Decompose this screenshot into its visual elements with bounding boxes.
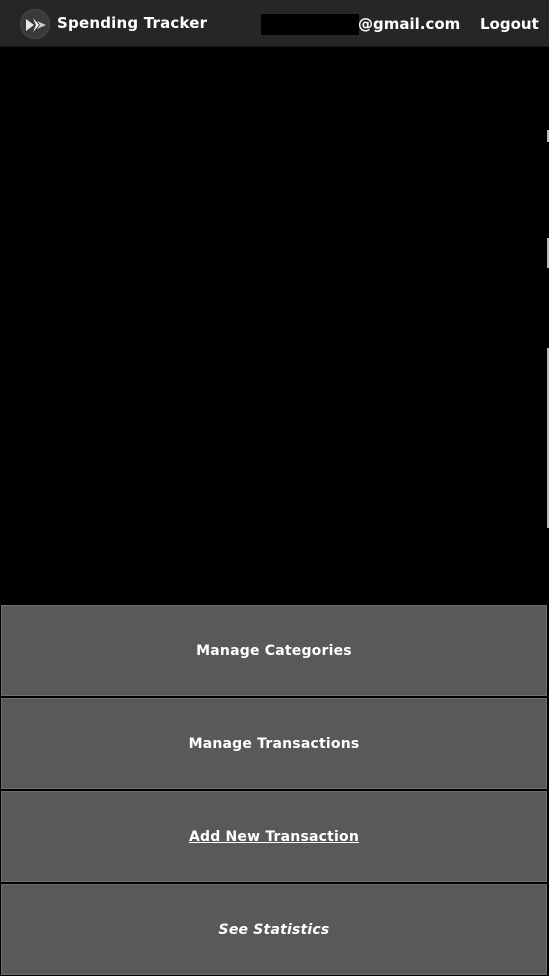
content-area: [0, 48, 549, 604]
logout-button[interactable]: Logout: [480, 14, 539, 34]
app-window: Spending Tracker @gmail.com Logout Manag…: [0, 0, 549, 976]
add-new-transaction-button[interactable]: Add New Transaction: [1, 791, 547, 882]
manage-transactions-button[interactable]: Manage Transactions: [1, 698, 547, 789]
email-domain: @gmail.com: [358, 15, 461, 33]
email-redaction: [261, 14, 359, 35]
top-bar: Spending Tracker @gmail.com Logout: [0, 0, 549, 47]
app-title: Spending Tracker: [57, 14, 208, 32]
manage-categories-button[interactable]: Manage Categories: [1, 605, 547, 696]
kivy-logo-icon: [20, 9, 50, 39]
see-statistics-button[interactable]: See Statistics: [1, 884, 547, 975]
